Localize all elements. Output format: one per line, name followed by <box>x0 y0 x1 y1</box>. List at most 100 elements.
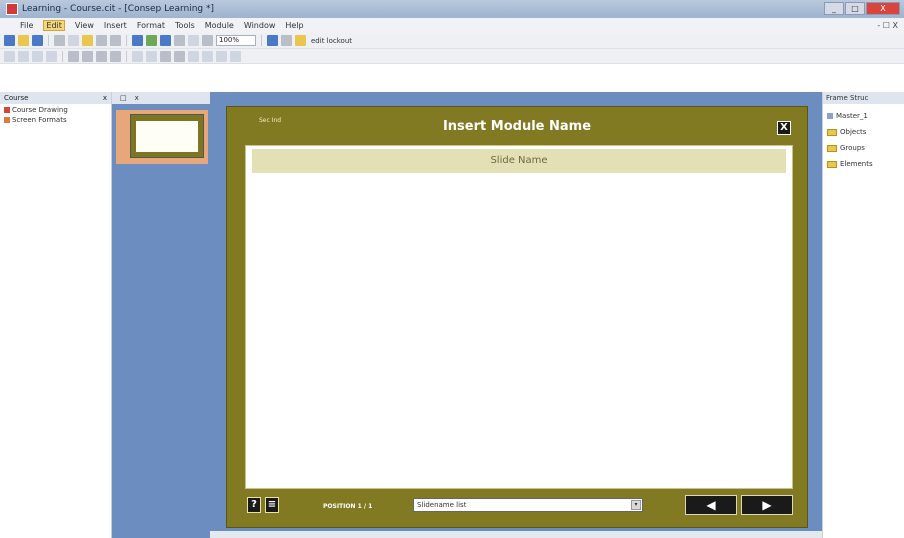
menu-view[interactable]: View <box>75 21 94 30</box>
previous-button[interactable]: ◀ <box>685 495 737 515</box>
redo-icon[interactable] <box>110 35 121 46</box>
menu-tools[interactable]: Tools <box>175 21 195 30</box>
slide-content-area[interactable]: Slide Name <box>245 145 793 489</box>
underline-icon[interactable] <box>32 50 43 62</box>
indent-icon[interactable] <box>132 50 143 62</box>
next-button[interactable]: ▶ <box>741 495 793 515</box>
frame-item-objects[interactable]: Objects <box>823 128 904 136</box>
copy-icon[interactable] <box>68 35 79 46</box>
position-label: POSITION 1 / 1 <box>323 503 373 510</box>
group-icon[interactable] <box>202 35 213 46</box>
publish-icon[interactable] <box>281 35 292 46</box>
lockout-label[interactable]: edit lockout <box>311 37 352 45</box>
course-pane-title: Course <box>4 94 29 102</box>
lock-icon[interactable] <box>295 35 306 46</box>
slide-name-bar[interactable]: Slide Name <box>252 149 786 173</box>
outdent-icon[interactable] <box>146 50 157 62</box>
course-tree-pane: Course x Course Drawing Screen Formats <box>0 92 112 538</box>
new-icon[interactable] <box>4 35 15 46</box>
slide-select-value: Slidename list <box>417 501 467 509</box>
course-pane-header: Course x <box>0 92 111 104</box>
tree-item-label: Course Drawing <box>12 106 68 114</box>
help-icon[interactable]: ? <box>247 497 261 513</box>
menu-window[interactable]: Window <box>244 21 276 30</box>
italic-icon[interactable] <box>18 50 29 62</box>
align-left-icon[interactable] <box>68 50 79 62</box>
standard-toolbar: 100% edit lockout <box>0 33 904 49</box>
image-icon[interactable] <box>146 35 157 46</box>
preview-icon[interactable] <box>267 35 278 46</box>
bring-front-icon[interactable] <box>160 50 171 62</box>
tree-item-screen-formats[interactable]: Screen Formats <box>0 116 111 124</box>
toolbar-separator <box>126 35 127 46</box>
frame-structure-pane: Frame Struc Master_1 Objects Groups Elem… <box>822 92 904 538</box>
text-icon[interactable] <box>216 50 227 62</box>
align-right-icon[interactable] <box>96 50 107 62</box>
toolbar-separator <box>126 50 127 62</box>
chevron-down-icon[interactable]: ▾ <box>631 500 641 510</box>
page-icon <box>827 113 833 119</box>
tree-item-course-drawing[interactable]: Course Drawing <box>0 106 111 114</box>
app-icon <box>6 3 18 15</box>
frame-item-elements[interactable]: Elements <box>823 160 904 168</box>
menu-edit[interactable]: Edit <box>43 20 65 31</box>
document-icon[interactable]: ≡ <box>265 497 279 513</box>
menu-insert[interactable]: Insert <box>104 21 127 30</box>
slide-thumbnail-pane: □ x <box>112 92 210 538</box>
slide-frame[interactable]: Sec Ind Insert Module Name X Slide Name … <box>226 106 808 528</box>
folder-icon <box>827 144 837 152</box>
strike-icon[interactable] <box>46 50 57 62</box>
layer-icon[interactable] <box>188 35 199 46</box>
undo-icon[interactable] <box>96 35 107 46</box>
save-icon[interactable] <box>32 35 43 46</box>
menu-file[interactable]: File <box>20 21 33 30</box>
module-title[interactable]: Insert Module Name <box>227 119 807 134</box>
window-controls: _ □ X <box>824 2 900 15</box>
open-icon[interactable] <box>18 35 29 46</box>
zoom-field[interactable]: 100% <box>216 35 256 46</box>
bold-icon[interactable] <box>4 50 15 62</box>
thumbnail-close-icon[interactable]: x <box>135 94 139 102</box>
frame-item-groups[interactable]: Groups <box>823 144 904 152</box>
frame-item-label: Elements <box>840 160 873 168</box>
align-icon[interactable] <box>174 35 185 46</box>
justify-icon[interactable] <box>110 50 121 62</box>
toolbar-separator <box>261 35 262 46</box>
minimize-button[interactable]: _ <box>824 2 844 15</box>
frame-item-label: Objects <box>840 128 867 136</box>
frame-item-master[interactable]: Master_1 <box>823 112 904 120</box>
menu-help[interactable]: Help <box>285 21 303 30</box>
slide-close-icon[interactable]: X <box>777 121 791 135</box>
document-controls[interactable]: - ☐ X <box>877 21 898 30</box>
thumbnail-tab-icon[interactable]: □ <box>120 94 127 102</box>
toolbar-separator <box>62 50 63 62</box>
grid-icon[interactable] <box>132 35 143 46</box>
close-window-button[interactable]: X <box>866 2 900 15</box>
title-bar: Learning - Course.cit - [Consep Learning… <box>0 0 904 18</box>
toolbar-separator <box>48 35 49 46</box>
format-icon <box>4 117 10 123</box>
slide-thumbnail[interactable] <box>130 114 204 158</box>
slide-navigation-bar: ? ≡ POSITION 1 / 1 Slidename list ▾ ◀ ▶ <box>245 495 793 519</box>
thumbnail-pane-header: □ x <box>112 92 210 104</box>
frame-item-label: Groups <box>840 144 865 152</box>
line-icon[interactable] <box>188 50 199 62</box>
tree-item-label: Screen Formats <box>12 116 67 124</box>
menu-format[interactable]: Format <box>137 21 165 30</box>
shape-icon[interactable] <box>202 50 213 62</box>
folder-icon <box>827 128 837 136</box>
align-center-icon[interactable] <box>82 50 93 62</box>
paste-icon[interactable] <box>82 35 93 46</box>
cut-icon[interactable] <box>54 35 65 46</box>
horizontal-scrollbar[interactable] <box>210 531 822 538</box>
slide-select[interactable]: Slidename list ▾ <box>413 498 643 512</box>
table-icon[interactable] <box>160 35 171 46</box>
maximize-button[interactable]: □ <box>845 2 865 15</box>
menu-module[interactable]: Module <box>205 21 234 30</box>
frame-structure-header: Frame Struc <box>823 92 904 104</box>
send-back-icon[interactable] <box>174 50 185 62</box>
frame-item-label: Master_1 <box>836 112 868 120</box>
folder-icon <box>827 160 837 168</box>
pen-icon[interactable] <box>230 50 241 62</box>
course-pane-close-icon[interactable]: x <box>103 94 107 102</box>
